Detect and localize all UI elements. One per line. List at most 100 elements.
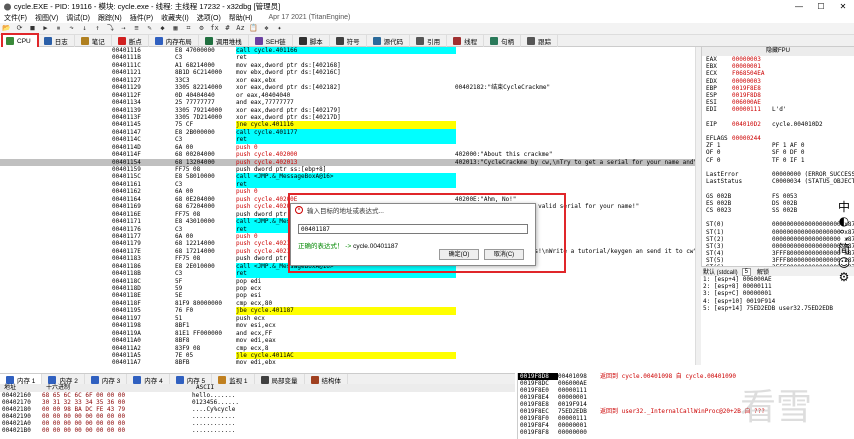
toolbar-button-icon[interactable]: ↓ (80, 24, 89, 33)
disasm-row[interactable]: 004011A2 83F9 08 cmp ecx,8 (0, 345, 695, 352)
toolbar-button-icon[interactable]: fx (210, 24, 219, 33)
toolbar-button-icon[interactable]: ↷ (67, 24, 76, 33)
call-arg-row[interactable]: 1: [esp+4] 006000AE (701, 276, 854, 283)
tab-2[interactable]: 笔记 (75, 35, 112, 47)
hex-row[interactable]: 00402160 68 65 6C 6C 6F 00 00 00 hello....… (0, 392, 515, 399)
disasm-row[interactable]: 004011A0 8BF8 mov edi,eax (0, 337, 695, 344)
toolbar-button-icon[interactable]: ▶ (41, 24, 50, 33)
menu-plugins[interactable]: 插件(P) (130, 13, 153, 23)
disasm-row[interactable]: 00401129 3305 82214000 xor eax,dword ptr d… (0, 84, 695, 91)
toolbar-button-icon[interactable]: # (223, 24, 232, 33)
ime-button[interactable]: °, (834, 228, 854, 242)
toolbar-button-icon[interactable]: ■ (28, 24, 37, 33)
maximize-button[interactable]: ☐ (810, 2, 832, 11)
hex-row[interactable]: 00402180 00 00 98 BA DC FE 43 79 ....Cy%cy… (0, 406, 515, 413)
disasm-row[interactable]: 00401116 E8 47000000 call cycle.401166 (0, 47, 695, 55)
disasm-row[interactable]: 00401154 68 13204000 push cycle.402013 4020… (0, 158, 695, 166)
register-row[interactable]: LastError 00000000 (ERROR_SUCCESS) (702, 171, 854, 178)
toolbar-button-icon[interactable]: ⟳ (15, 24, 24, 33)
disasm-row[interactable]: 0040115C E8 58010000 call <JMP.&_MessageBo… (0, 173, 695, 181)
register-row[interactable]: ESI 006000AE (702, 99, 854, 106)
register-row[interactable] (702, 128, 854, 135)
expression-input[interactable]: 00401187 (298, 224, 528, 234)
register-row[interactable]: EDI 00000111 L'd' (702, 106, 854, 113)
register-row[interactable]: LastStatus C0000034 (STATUS_OBJECT_NAME (702, 178, 854, 185)
toolbar-button-icon[interactable]: ≡ (132, 24, 141, 33)
toolbar-button-icon[interactable]: ⚙ (197, 24, 206, 33)
disasm-row[interactable]: 0040114D 6A 00 push 0 (0, 144, 695, 151)
disasm-row[interactable]: 0040113F 3305 7D214000 xor eax,dword ptr d… (0, 114, 695, 121)
arg-count-spinner[interactable]: 5 (741, 267, 752, 276)
disasm-row[interactable]: 0040118F 81F9 80000000 cmp ecx,80 (0, 300, 695, 307)
register-row[interactable]: EFLAGS 00000244 (702, 135, 854, 142)
register-row[interactable]: EIP 004010D2 cycle.004010D2 (702, 121, 854, 128)
disasm-row[interactable]: 00401121 8B1D 6C214000 mov ebx,dword ptr d… (0, 69, 695, 76)
menu-favourites[interactable]: 收藏夹(I) (161, 13, 189, 23)
hex-row[interactable]: 004021B0 00 00 00 00 00 00 00 00.........… (0, 427, 515, 434)
toolbar-button-icon[interactable]: ⌗ (184, 24, 193, 33)
disasm-row[interactable]: 00401145 75 CF jne cycle.401116 (0, 121, 695, 129)
cancel-button[interactable]: 取消(C) (484, 249, 524, 260)
register-row[interactable]: EDX 00000003 (702, 78, 854, 85)
tab-13[interactable]: 跟踪 (521, 35, 559, 47)
toolbar-button-icon[interactable]: ✦ (275, 24, 284, 33)
register-row[interactable]: CS 0023 SS 002B (702, 207, 854, 214)
register-row[interactable]: ST(3) 0000000000000000000 x87r3 (702, 243, 854, 250)
toolbar-button-icon[interactable]: ⏸ (54, 24, 63, 33)
disasm-row[interactable]: 004011A5 7E 05 jle cycle.4011AC (0, 351, 695, 360)
register-row[interactable] (702, 214, 854, 221)
tab-9[interactable]: 源代码 (367, 35, 411, 47)
menu-help[interactable]: 帮助(H) (229, 13, 253, 23)
disasm-row[interactable]: 00401159 FF75 08 push dword ptr ss:[ebp+8] (0, 166, 695, 173)
disasm-row[interactable]: 00401127 33C3 xor eax,ebx (0, 77, 695, 84)
tab-12[interactable]: 句柄 (484, 35, 522, 47)
toolbar-button-icon[interactable]: ◆ (158, 24, 167, 33)
disasm-row[interactable]: 0040114C C3 ret (0, 136, 695, 144)
call-arg-row[interactable]: 2: [esp+8] 00000111 (701, 283, 854, 290)
register-row[interactable] (702, 164, 854, 171)
disasm-row[interactable]: 0040114F 68 00204000 push cycle.402000 4020… (0, 151, 695, 158)
ime-button[interactable]: ☺ (834, 256, 854, 270)
menu-trace[interactable]: 跟踪(N) (98, 13, 122, 23)
register-row[interactable]: ST(5) 3FFF800000000000000 x87r5 (702, 257, 854, 264)
toolbar-button-icon[interactable]: ▦ (171, 24, 180, 33)
register-row[interactable]: ST(0) 0000000000000000000 x87r0 (702, 221, 854, 228)
register-row[interactable]: CF 0 TF 0 IF 1 (702, 157, 854, 164)
register-row[interactable]: EBX 00000001 (702, 63, 854, 70)
register-row[interactable]: ST(1) 0000000000000000000 x87r1 (702, 229, 854, 236)
toolbar-button-icon[interactable]: ✎ (145, 24, 154, 33)
register-row[interactable]: ESP 0019F8D8 (702, 92, 854, 99)
tab-5[interactable]: 调用堆栈 (199, 35, 249, 47)
register-row[interactable]: GS 002B FS 0053 (702, 193, 854, 200)
disasm-row[interactable]: 0040111B C3 ret (0, 54, 695, 61)
disasm-row[interactable]: 00401134 25 77777777 and eax,77777777 (0, 99, 695, 106)
register-row[interactable]: EBP 0019F8E8 (702, 85, 854, 92)
ime-button[interactable]: ⚙ (834, 270, 854, 284)
tab-4[interactable]: 内存布局 (149, 35, 199, 47)
hex-row[interactable]: 00402190 00 00 00 00 00 00 00 00.........… (0, 413, 515, 420)
disasm-row[interactable]: 0040112F 0D 40404040 or eax,40404040 (0, 92, 695, 99)
tab-10[interactable]: 引用 (410, 35, 448, 47)
register-row[interactable]: ST(2) 0000000000000000000 x87r2 (702, 236, 854, 243)
toolbar-button-icon[interactable]: ⇢ (119, 24, 128, 33)
disasm-row[interactable]: 00401197 51 push ecx (0, 315, 695, 322)
disasm-row[interactable]: 0040119A 81E1 FF000000 and ecx,FF (0, 330, 695, 337)
register-row[interactable]: OF 0 SF 0 DF 0 (702, 149, 854, 156)
register-row[interactable]: EAX 00000003 (702, 56, 854, 63)
toolbar-button-icon[interactable]: 📂 (2, 24, 11, 33)
hide-fpu-button[interactable]: 隐藏FPU (702, 47, 854, 56)
stack-row[interactable]: 0019F8D8 00401098 返回到 cycle.00401098 自 cyc… (518, 373, 854, 380)
disasm-row[interactable]: 004011A7 8BFB mov edi,ebx (0, 359, 695, 365)
disasm-row[interactable]: 0040111C A1 68214000 mov eax,dword ptr ds:… (0, 62, 695, 69)
disasm-row[interactable]: 0040118C 5F pop edi (0, 278, 695, 285)
register-row[interactable] (702, 185, 854, 192)
close-button[interactable]: ✕ (832, 2, 854, 11)
call-arg-row[interactable]: 4: [esp+10] 0019F914 (701, 298, 854, 305)
hex-dump-view[interactable]: 地址 十六进制 ASCII 00402160 68 65 6C 6C 6F 00 … (0, 384, 515, 439)
register-row[interactable]: ES 002B DS 002B (702, 200, 854, 207)
call-arg-row[interactable]: 5: [esp+14] 75ED2EDB user32.75ED2EDB (701, 305, 854, 312)
ime-button[interactable]: 中 (834, 200, 854, 214)
menu-file[interactable]: 文件(F) (4, 13, 27, 23)
tab-1[interactable]: 日志 (38, 35, 75, 47)
ime-button[interactable]: 简 (834, 242, 854, 256)
